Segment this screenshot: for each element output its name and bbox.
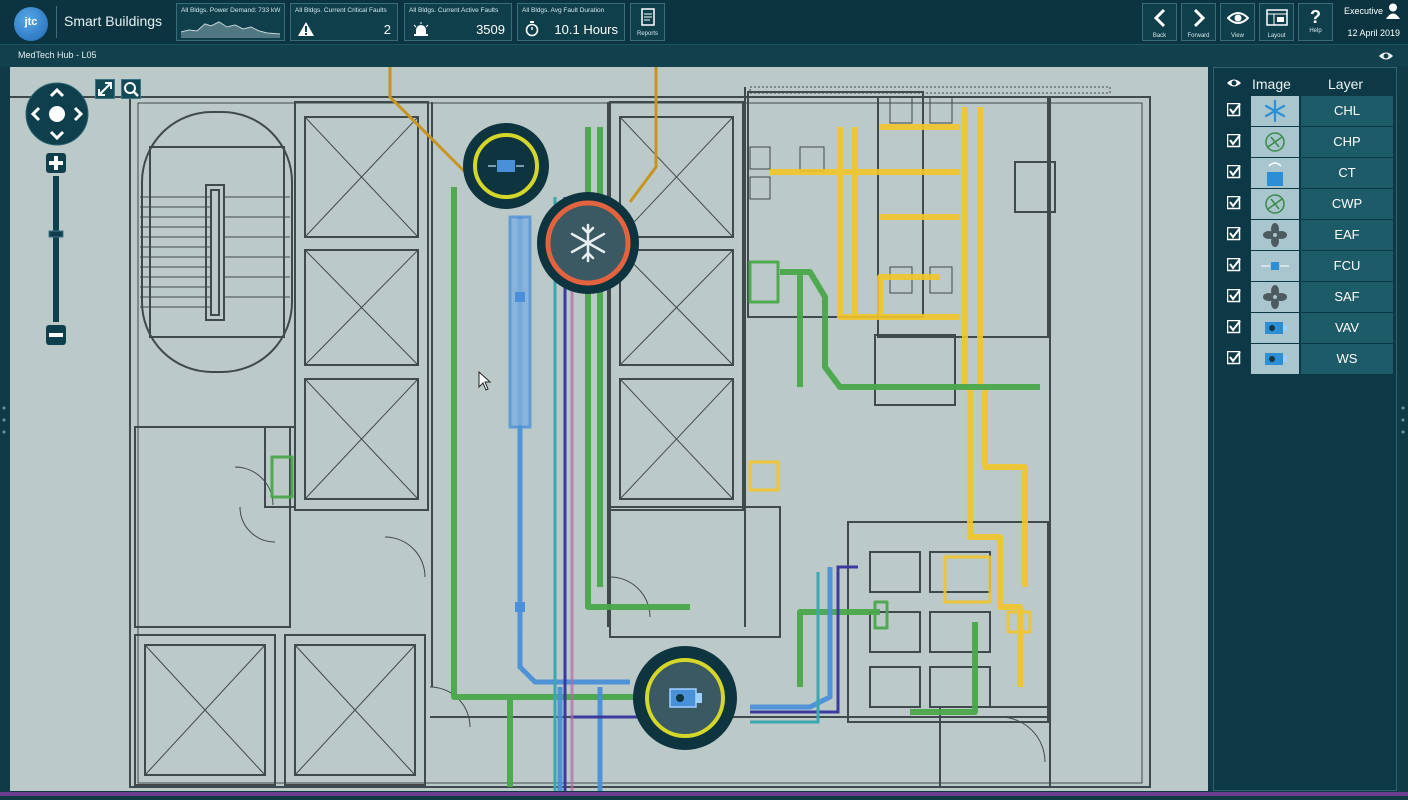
top-bar: jtc Smart Buildings All Bldgs. Power Dem… <box>0 0 1408 45</box>
fan-icon <box>1251 220 1299 250</box>
logo-text: jtc <box>24 16 38 28</box>
app-title: Smart Buildings <box>64 13 163 29</box>
mouse-cursor <box>478 371 492 391</box>
layers-panel: Image Layer CHL CHP CT CWP EAF FCU SAF V… <box>1213 67 1397 791</box>
kpi-title: All Bldgs. Power Demand: 733 kW <box>181 7 281 14</box>
floor-title: MedTech Hub - L05 <box>18 50 97 60</box>
hvac-layer-overlay <box>270 67 1040 791</box>
layer-row-fcu[interactable]: FCU <box>1219 251 1393 281</box>
pump-icon <box>1251 189 1299 219</box>
report-document-icon <box>640 8 655 26</box>
layer-row-saf[interactable]: SAF <box>1219 282 1393 312</box>
layout-icon <box>1265 9 1288 26</box>
eye-icon[interactable] <box>1378 49 1394 63</box>
zoom-control[interactable] <box>46 150 66 348</box>
layout-label: Layout <box>1267 33 1286 39</box>
user-role: Executive <box>1343 6 1383 16</box>
vav-box-icon <box>1251 344 1299 374</box>
back-button[interactable]: Back <box>1142 3 1177 41</box>
floor-header: MedTech Hub - L05 <box>0 45 1408 67</box>
kpi-avg-fault-duration[interactable]: All Bldgs. Avg Fault Duration 10.1 Hours <box>517 3 625 41</box>
vav-box-icon <box>1251 313 1299 343</box>
eye-icon[interactable] <box>1226 76 1242 90</box>
layer-row-ws[interactable]: WS <box>1219 344 1393 374</box>
layer-name: EAF <box>1301 220 1393 250</box>
search-button[interactable] <box>121 79 141 99</box>
layer-name: CHP <box>1301 127 1393 157</box>
checkbox-checked-icon[interactable] <box>1227 196 1241 210</box>
checkbox-checked-icon[interactable] <box>1227 134 1241 148</box>
layout-button[interactable]: Layout <box>1259 3 1294 41</box>
layer-row-vav[interactable]: VAV <box>1219 313 1393 343</box>
app-logo[interactable]: jtc <box>14 7 48 41</box>
stopwatch-icon <box>525 21 539 37</box>
floor-plan-map[interactable] <box>10 67 1208 791</box>
left-resize-handle[interactable] <box>2 400 6 440</box>
checkbox-checked-icon[interactable] <box>1227 320 1241 334</box>
layer-name: SAF <box>1301 282 1393 312</box>
layers-panel-header: Image Layer <box>1214 68 1398 96</box>
fan-coil-icon <box>1251 251 1299 281</box>
checkbox-checked-icon[interactable] <box>1227 258 1241 272</box>
layer-name: CWP <box>1301 189 1393 219</box>
view-button[interactable]: View <box>1220 3 1255 41</box>
layer-row-ct[interactable]: CT <box>1219 158 1393 188</box>
collapse-button[interactable] <box>95 79 115 99</box>
kpi-title: All Bldgs. Current Active Faults <box>409 7 499 14</box>
layer-row-chl[interactable]: CHL <box>1219 96 1393 126</box>
pan-control[interactable] <box>25 82 89 146</box>
forward-label: Forward <box>1187 33 1210 39</box>
checkbox-checked-icon[interactable] <box>1227 103 1241 117</box>
layer-column-header: Layer <box>1328 76 1364 92</box>
layer-name: FCU <box>1301 251 1393 281</box>
layer-row-cwp[interactable]: CWP <box>1219 189 1393 219</box>
chevron-right-icon <box>1193 8 1205 28</box>
layer-name: VAV <box>1301 313 1393 343</box>
bottom-accent-line <box>0 792 1408 796</box>
reports-label: Reports <box>636 31 658 37</box>
chevron-left-icon <box>1153 8 1165 28</box>
collapse-arrows-icon <box>98 82 112 96</box>
checkbox-checked-icon[interactable] <box>1227 227 1241 241</box>
checkbox-checked-icon[interactable] <box>1227 351 1241 365</box>
help-label: Help <box>1309 28 1322 34</box>
kpi-critical-faults[interactable]: All Bldgs. Current Critical Faults 2 <box>290 3 398 41</box>
fan-icon <box>1251 282 1299 312</box>
eye-icon <box>1226 12 1249 24</box>
alarm-light-icon <box>413 22 429 36</box>
reports-button[interactable]: Reports <box>630 3 665 41</box>
chl-equipment-marker[interactable] <box>536 191 640 295</box>
kpi-active-faults[interactable]: All Bldgs. Current Active Faults 3509 <box>404 3 512 41</box>
cooling-tower-icon <box>1251 158 1299 188</box>
view-label: View <box>1231 33 1244 39</box>
pump-icon <box>1251 127 1299 157</box>
layer-row-chp[interactable]: CHP <box>1219 127 1393 157</box>
checkbox-checked-icon[interactable] <box>1227 165 1241 179</box>
kpi-title: All Bldgs. Avg Fault Duration <box>522 7 605 14</box>
back-label: Back <box>1152 33 1167 39</box>
kpi-value: 10.1 Hours <box>554 22 618 37</box>
current-date: 12 April 2019 <box>1347 28 1400 38</box>
snowflake-icon <box>1251 96 1299 126</box>
forward-button[interactable]: Forward <box>1181 3 1216 41</box>
checkbox-checked-icon[interactable] <box>1227 289 1241 303</box>
image-column-header: Image <box>1252 76 1291 92</box>
user-icon[interactable] <box>1386 3 1400 19</box>
kpi-value: 2 <box>383 22 391 37</box>
help-button[interactable]: ? Help <box>1298 3 1333 41</box>
kpi-power-demand[interactable]: All Bldgs. Power Demand: 733 kW <box>176 3 285 41</box>
right-resize-handle[interactable] <box>1401 400 1405 440</box>
kpi-title: All Bldgs. Current Critical Faults <box>295 7 387 14</box>
layer-name: CHL <box>1301 96 1393 126</box>
layer-name: CT <box>1301 158 1393 188</box>
layer-name: WS <box>1301 344 1393 374</box>
kpi-value: 3509 <box>476 22 505 37</box>
vav-equipment-marker[interactable] <box>632 645 738 751</box>
search-icon <box>124 82 139 97</box>
layer-row-eaf[interactable]: EAF <box>1219 220 1393 250</box>
help-icon: ? <box>1310 7 1321 27</box>
divider <box>56 6 57 38</box>
warning-icon <box>298 22 314 36</box>
sparkline-chart <box>181 21 281 38</box>
